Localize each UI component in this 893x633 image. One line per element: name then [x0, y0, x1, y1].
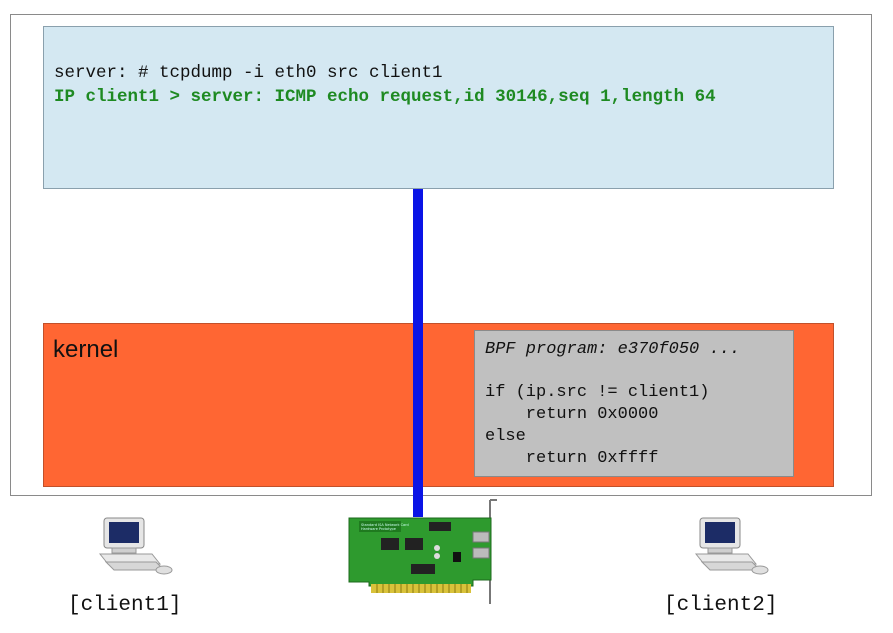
client2-label: [client2]: [664, 594, 778, 617]
bpf-line-return-ffff: return 0xffff: [485, 449, 659, 468]
packet-path-wire: [413, 189, 423, 517]
client1-label: [client1]: [68, 594, 182, 617]
nic-board-text-2: Hardware Prototype: [361, 527, 396, 531]
bpf-program-box: BPF program: e370f050 ... if (ip.src != …: [474, 330, 794, 477]
bpf-line-return-zero: return 0x0000: [485, 405, 659, 424]
bpf-line-if: if (ip.src != client1): [485, 383, 710, 402]
bpf-title: BPF program: e370f050 ...: [485, 340, 741, 359]
client1-computer-icon: [98, 517, 173, 575]
bpf-line-else: else: [485, 427, 526, 446]
network-card-icon: Standard ISA Network Card Hardware Proto…: [348, 499, 497, 604]
userspace-panel: server: # tcpdump -i eth0 src client1 IP…: [43, 26, 834, 189]
client2-computer-icon: [694, 517, 769, 575]
tcpdump-output: IP client1 > server: ICMP echo request,i…: [54, 87, 716, 107]
kernel-label: kernel: [53, 336, 119, 363]
tcpdump-command: server: # tcpdump -i eth0 src client1: [54, 63, 443, 83]
